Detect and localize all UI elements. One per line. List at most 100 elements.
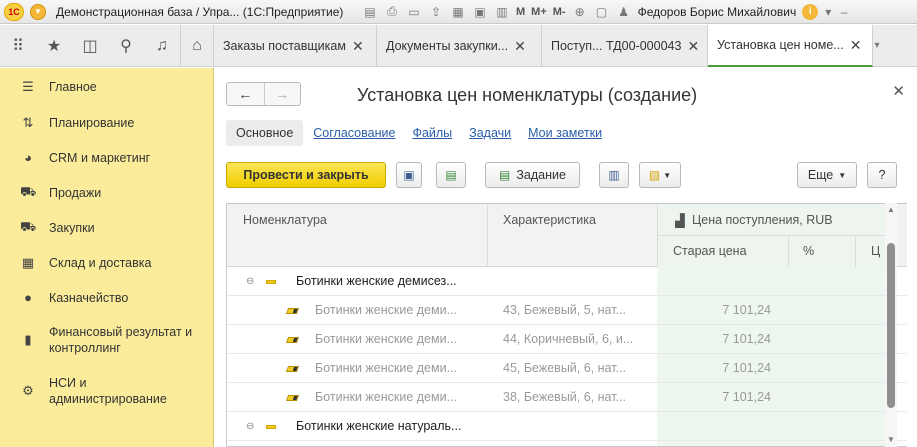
sidebar-item-purchases[interactable]: ⛟ Закупки — [0, 210, 213, 245]
home-icon[interactable]: ⌂ — [180, 25, 214, 67]
back-arrow-icon[interactable]: ← — [227, 83, 264, 105]
more-button[interactable]: Еще ▼ — [797, 162, 857, 188]
price-table[interactable]: Номенклатура Характеристика ▟ Цена посту… — [226, 203, 907, 447]
print-icon[interactable]: ⎙ — [384, 4, 400, 20]
close-icon[interactable]: ✕ — [352, 38, 364, 55]
page-title: Установка цен номенклатуры (создание) — [357, 85, 698, 105]
subtab-tasks[interactable]: Задачи — [469, 126, 511, 140]
list-button[interactable]: ▥ — [599, 162, 629, 188]
sidebar-item-treasury[interactable]: ● Казначейство — [0, 280, 213, 315]
tab-receipt[interactable]: Поступ... ТД00-000043 ✕ — [542, 25, 708, 67]
subtab-files[interactable]: Файлы — [412, 126, 452, 140]
history-icon[interactable]: ◫ — [72, 25, 108, 67]
calendar-icon[interactable]: ▣ — [472, 4, 488, 20]
preview-icon[interactable]: ▭ — [406, 4, 422, 20]
form-area: ← → Установка цен номенклатуры (создание… — [215, 68, 917, 447]
old-price-cell: 7 101,24 — [722, 332, 771, 346]
sidebar-item-sales[interactable]: ⛟ Продажи — [0, 175, 213, 210]
tab-price-setting[interactable]: Установка цен номе... ✕ — [708, 25, 873, 67]
report-icon[interactable]: ▦ — [450, 4, 466, 20]
characteristic-cell: 44, Коричневый, 6, и... — [503, 332, 634, 346]
table-row[interactable]: Ботинки женские деми... 45, Бежевый, 6, … — [227, 354, 907, 383]
sidebar-item-admin[interactable]: ⚙ НСИ и администрирование — [0, 365, 213, 417]
notifications-icon[interactable]: ♫ — [144, 25, 180, 67]
nomenclature-cell: Ботинки женские натураль... — [296, 419, 462, 433]
sidebar-item-finance[interactable]: ▮ Финансовый результат и контроллинг — [0, 315, 213, 365]
post-and-close-button[interactable]: Провести и закрыть — [226, 162, 386, 188]
favorites-icon[interactable]: ★ — [36, 25, 72, 67]
zoom-icon[interactable]: ⊕ — [572, 4, 588, 20]
task-button[interactable]: ▤ Задание — [485, 162, 580, 188]
chevron-down-icon: ▼ — [838, 170, 847, 180]
subtab-main[interactable]: Основное — [226, 120, 304, 146]
subtab-notes[interactable]: Мои заметки — [528, 126, 602, 140]
memory-button[interactable]: M — [516, 6, 525, 18]
close-icon[interactable]: ✕ — [892, 82, 905, 100]
col-price-group[interactable]: Цена поступления, RUB — [692, 213, 833, 227]
close-icon[interactable]: ✕ — [687, 38, 699, 55]
nomenclature-cell: Ботинки женские деми... — [315, 303, 457, 317]
apps-grid-icon[interactable]: ⠿ — [0, 25, 36, 67]
sidebar-item-main[interactable]: ☰ Главное — [0, 69, 213, 105]
col-new-price[interactable]: Ц — [871, 244, 880, 258]
sidebar-item-warehouse[interactable]: ▦ Склад и доставка — [0, 245, 213, 280]
forward-arrow-icon[interactable]: → — [263, 83, 301, 105]
tab-purchase-docs[interactable]: Документы закупки... ✕ — [377, 25, 542, 67]
subtab-approval[interactable]: Согласование — [313, 126, 395, 140]
col-characteristic[interactable]: Характеристика — [503, 213, 596, 227]
upload-icon[interactable]: ⇪ — [428, 4, 444, 20]
ruble-icon: ● — [24, 290, 32, 305]
col-percent[interactable]: % — [803, 244, 814, 258]
price-group-icon: ▟ — [675, 214, 685, 228]
collapse-icon[interactable]: ⊖ — [246, 412, 254, 441]
table-row[interactable]: Ботинки женские деми... 38, Бежевый, 6, … — [227, 383, 907, 412]
sidebar-item-label: Финансовый результат и контроллинг — [49, 325, 193, 355]
table-scrollbar[interactable]: ▲ ▼ — [885, 203, 897, 447]
chevron-down-icon[interactable]: ▾ — [820, 4, 836, 20]
close-icon[interactable]: ✕ — [514, 38, 526, 55]
crm-icon: ◕ — [24, 150, 32, 165]
post-button[interactable]: ▤ — [436, 162, 466, 188]
form-toolbar: Провести и закрыть ▣ ▤ ▤ Задание ▥ ▧ ▼ Е… — [226, 162, 908, 188]
scroll-up-icon[interactable]: ▲ — [886, 205, 896, 215]
sidebar-item-planning[interactable]: ⇅ Планирование — [0, 105, 213, 140]
search-icon[interactable]: ⚲ — [108, 25, 144, 67]
close-icon[interactable]: ✕ — [850, 37, 862, 54]
print-menu-button[interactable]: ▧ ▼ — [639, 162, 681, 188]
task-icon: ▤ — [499, 168, 511, 182]
save-icon[interactable]: ▤ — [362, 4, 378, 20]
save-button[interactable]: ▣ — [396, 162, 422, 188]
scrollbar-thumb[interactable] — [887, 243, 895, 408]
table-row[interactable]: ⊖ Ботинки женские натураль... — [227, 412, 907, 441]
gear-icon: ⚙ — [22, 383, 34, 398]
scroll-down-icon[interactable]: ▼ — [886, 435, 896, 445]
old-price-cell: 7 101,24 — [722, 303, 771, 317]
warehouse-icon: ▦ — [21, 254, 35, 270]
col-divider — [855, 235, 856, 267]
col-nomenclature[interactable]: Номенклатура — [243, 213, 327, 227]
user-name[interactable]: Федоров Борис Михайлович — [638, 5, 797, 19]
col-old-price[interactable]: Старая цена — [673, 244, 747, 258]
user-icon: ♟ — [618, 4, 629, 19]
main-menu-dropdown[interactable]: ▼ — [30, 3, 46, 20]
help-button[interactable]: ? — [867, 162, 897, 188]
collapse-icon[interactable]: ⊖ — [246, 267, 254, 296]
sidebar-item-crm[interactable]: ◕ CRM и маркетинг — [0, 140, 213, 175]
memory-plus-button[interactable]: M+ — [531, 6, 547, 18]
memory-minus-button[interactable]: M- — [553, 6, 566, 18]
window-icon[interactable]: ▢ — [594, 4, 610, 20]
tabs-dropdown-icon[interactable]: ▾ — [873, 25, 881, 66]
minimize-icon[interactable]: – — [836, 4, 852, 20]
table-row[interactable]: Ботинки женские деми... 43, Бежевый, 5, … — [227, 296, 907, 325]
table-row[interactable]: Ботинки женские деми... 44, Коричневый, … — [227, 325, 907, 354]
document-icon: ▧ — [648, 168, 661, 182]
table-row[interactable]: ⊖ Ботинки женские демисез... — [227, 267, 907, 296]
characteristic-cell: 38, Бежевый, 6, нат... — [503, 390, 626, 404]
tab-orders[interactable]: Заказы поставщикам ✕ — [214, 25, 377, 67]
floppy-icon: ▣ — [403, 168, 415, 182]
info-icon[interactable]: i — [802, 3, 819, 20]
history-nav: ← → — [226, 82, 301, 106]
old-price-cell: 7 101,24 — [722, 361, 771, 375]
calculator-icon[interactable]: ▥ — [494, 4, 510, 20]
tab-label: Установка цен номе... — [717, 38, 844, 52]
